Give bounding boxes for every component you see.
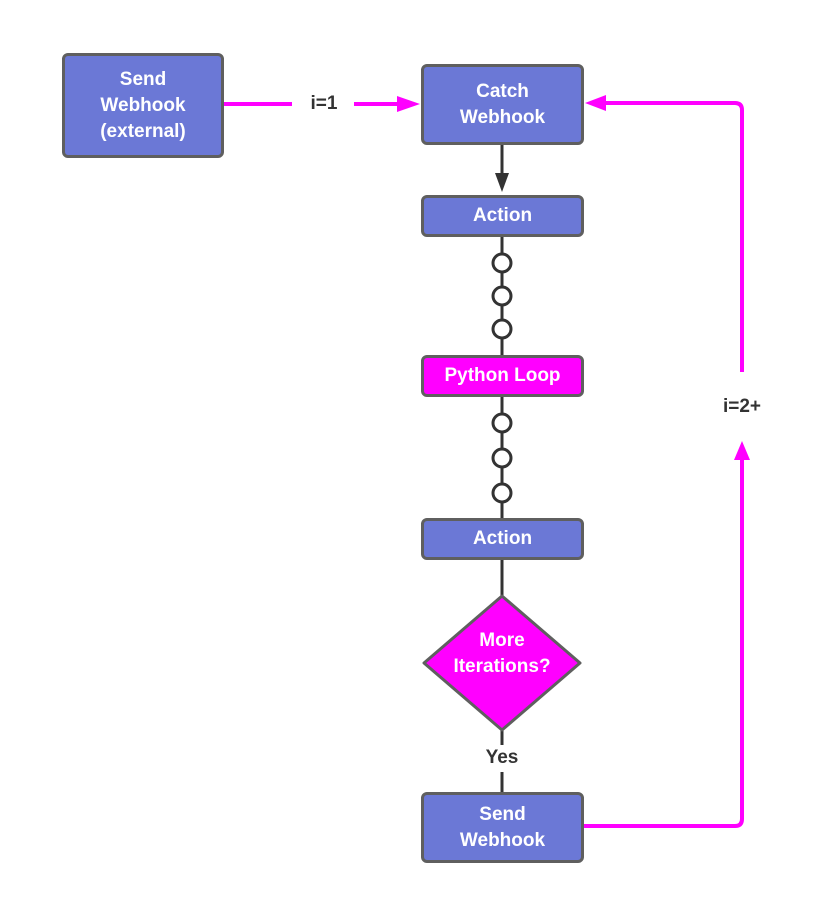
node-action-2: Action [421, 518, 584, 560]
node-catch-webhook: Catch Webhook [421, 64, 584, 145]
ellipsis-dot [491, 285, 513, 307]
node-decision-label: More Iterations? [453, 630, 551, 677]
arrowhead-loop-up [734, 441, 750, 460]
arrowhead-into-action [495, 173, 509, 192]
ellipsis-dot [491, 252, 513, 274]
ellipsis-dot [491, 412, 513, 434]
edge-label-yes: Yes [478, 746, 526, 770]
node-python-loop: Python Loop [421, 355, 584, 397]
node-send-webhook-external: Send Webhook (external) [62, 53, 224, 158]
arrowhead-into-catch-right [585, 95, 606, 111]
ellipsis-dot [491, 482, 513, 504]
edge-loop-to-catch [605, 101, 744, 372]
node-send-webhook: Send Webhook [421, 792, 584, 863]
edge-label-loop-iteration: i=2+ [712, 395, 772, 419]
ellipsis-dot [491, 318, 513, 340]
edge-send-to-loop-up [583, 460, 744, 828]
edge-label-first-iteration: i=1 [295, 92, 353, 116]
arrowhead-into-catch-left [397, 96, 420, 112]
ellipsis-dot [491, 447, 513, 469]
node-action-1: Action [421, 195, 584, 237]
